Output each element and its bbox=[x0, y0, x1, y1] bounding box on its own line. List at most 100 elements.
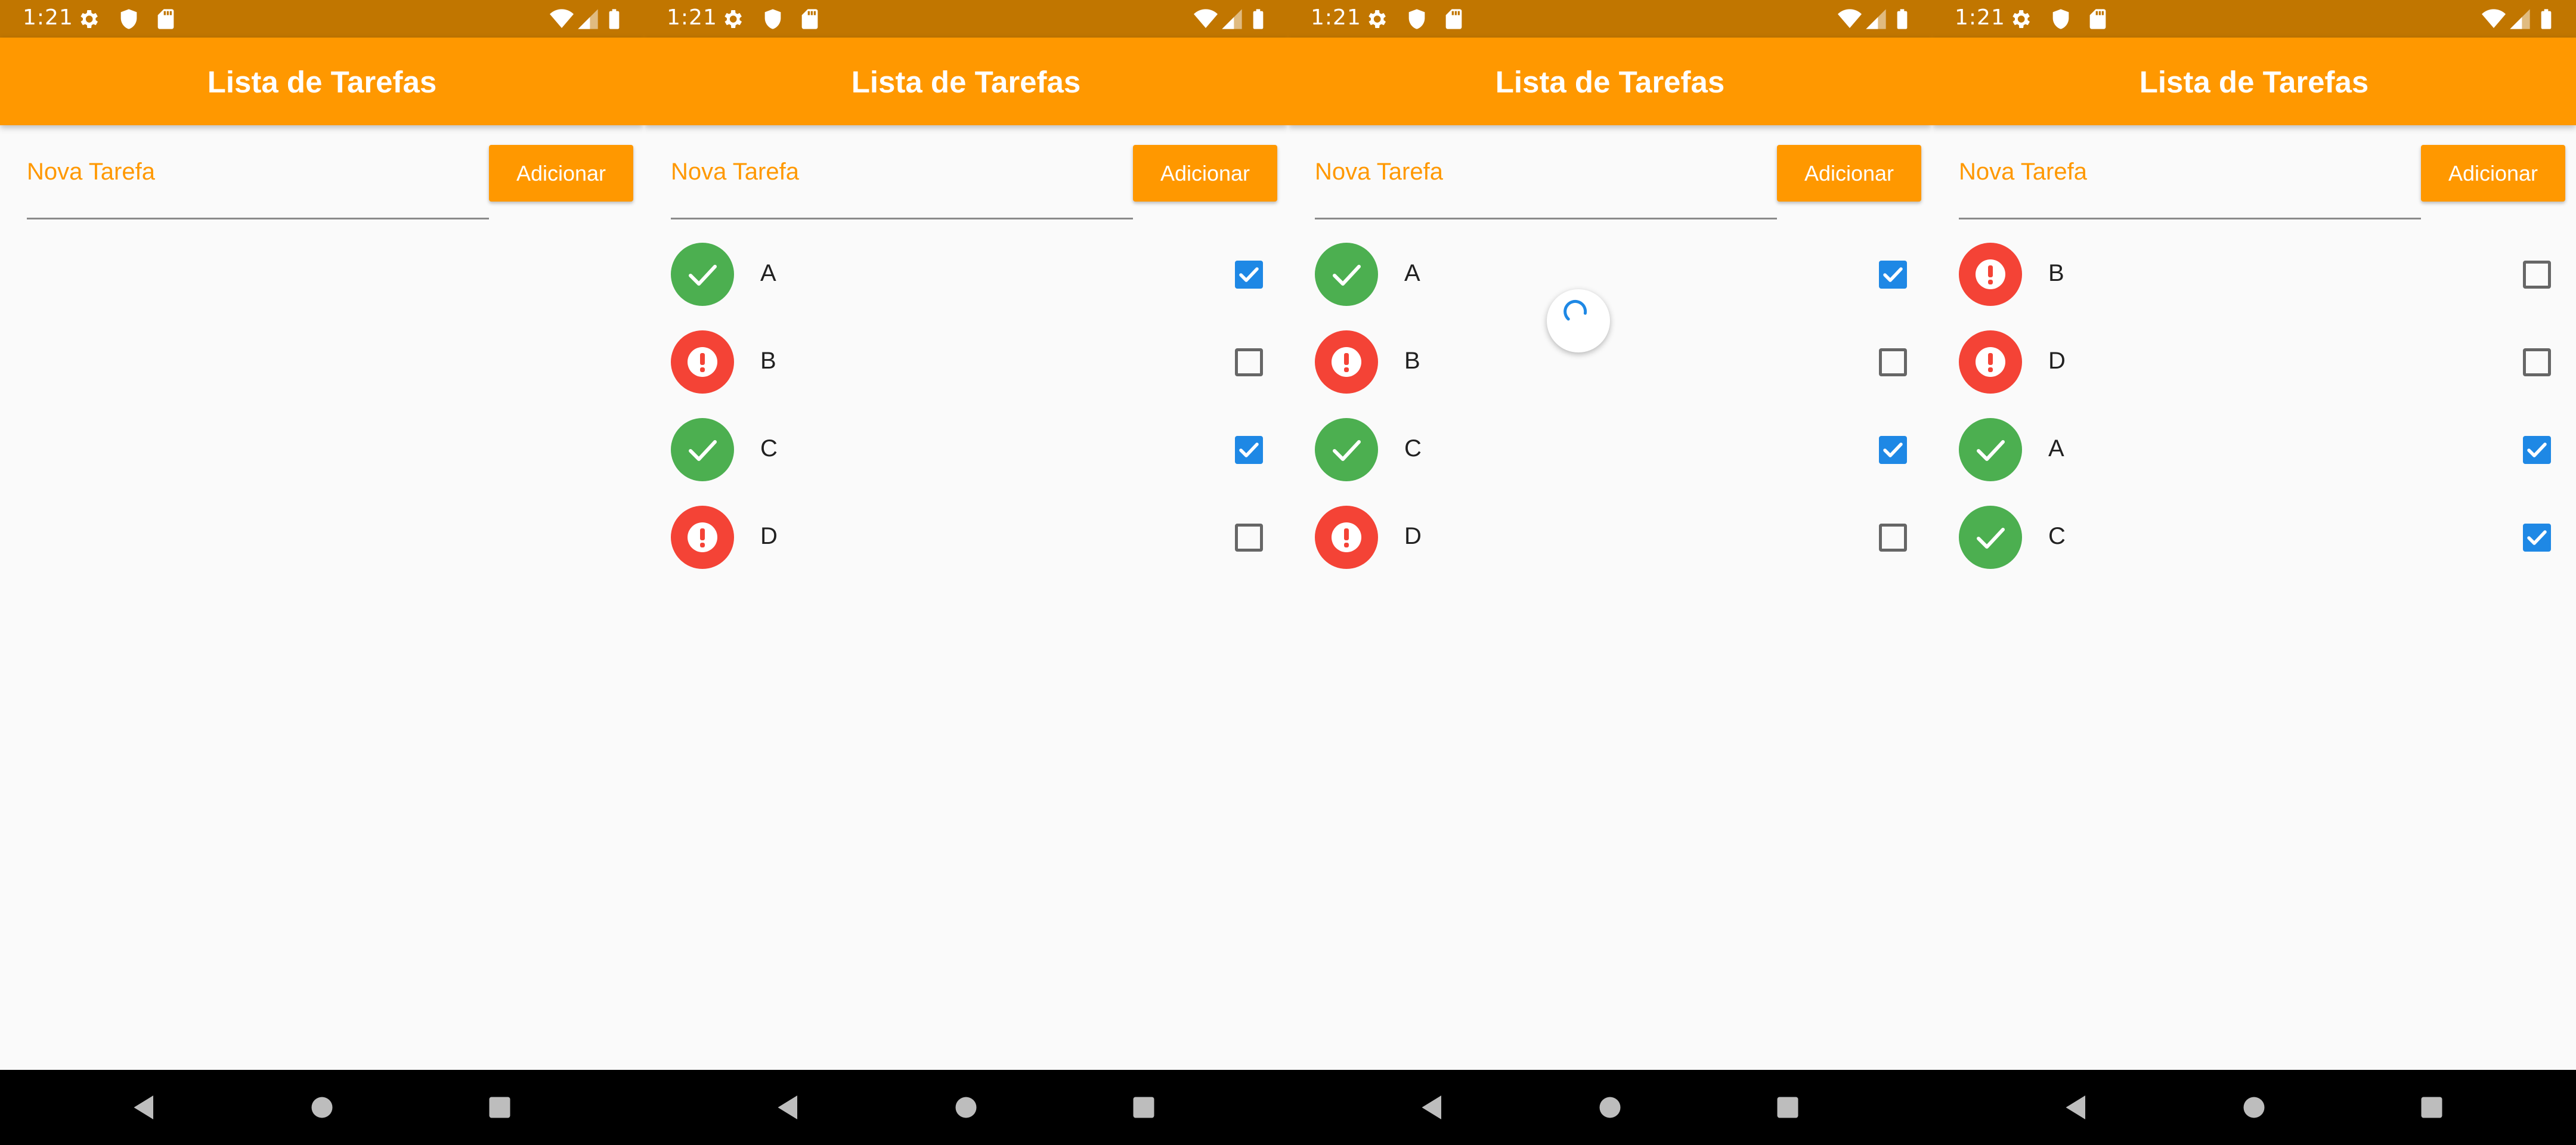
app-bar: Lista de Tarefas bbox=[1288, 38, 1932, 125]
signal-icon bbox=[1220, 7, 1244, 31]
shield-icon bbox=[117, 7, 141, 31]
task-label: B bbox=[2048, 260, 2064, 286]
error-circle-icon bbox=[1315, 506, 1378, 569]
navigation-bar bbox=[0, 1070, 644, 1145]
task-row[interactable]: D bbox=[644, 494, 1288, 581]
app-bar: Lista de Tarefas bbox=[1932, 38, 2576, 125]
status-time: 1:21 bbox=[1311, 5, 1361, 30]
phone-screen: 1:21 Lista de Tarefas Nova Tarefa Adicio… bbox=[1288, 0, 1932, 1145]
task-checkbox-checked[interactable] bbox=[1879, 436, 1907, 464]
task-label: C bbox=[2048, 523, 2066, 549]
task-row[interactable]: A bbox=[1932, 406, 2576, 494]
task-checkbox-unchecked[interactable] bbox=[1235, 348, 1263, 376]
battery-icon bbox=[1246, 7, 1270, 31]
add-button[interactable]: Adicionar bbox=[1777, 145, 1921, 202]
task-row[interactable]: C bbox=[644, 406, 1288, 494]
wifi-icon bbox=[2482, 7, 2506, 31]
add-button[interactable]: Adicionar bbox=[2421, 145, 2565, 202]
signal-icon bbox=[576, 7, 600, 31]
new-task-placeholder: Nova Tarefa bbox=[671, 159, 799, 185]
phone-screen: 1:21 Lista de Tarefas Nova Tarefa Adicio… bbox=[0, 0, 644, 1145]
status-time: 1:21 bbox=[23, 5, 73, 30]
battery-icon bbox=[2534, 7, 2558, 31]
new-task-field[interactable]: Nova Tarefa bbox=[1959, 125, 2421, 219]
task-checkbox-checked[interactable] bbox=[1879, 261, 1907, 289]
add-button[interactable]: Adicionar bbox=[1133, 145, 1277, 202]
task-label: C bbox=[1404, 435, 1422, 462]
task-row[interactable]: C bbox=[1288, 406, 1932, 494]
battery-icon bbox=[602, 7, 626, 31]
status-bar: 1:21 bbox=[1288, 0, 1932, 38]
check-circle-icon bbox=[671, 418, 734, 481]
new-task-field[interactable]: Nova Tarefa bbox=[671, 125, 1133, 219]
task-label: D bbox=[1404, 523, 1422, 549]
task-label: D bbox=[2048, 348, 2066, 374]
add-button[interactable]: Adicionar bbox=[489, 145, 633, 202]
status-time: 1:21 bbox=[667, 5, 717, 30]
task-row[interactable]: A bbox=[1288, 231, 1932, 318]
error-circle-icon bbox=[1959, 330, 2022, 394]
wifi-icon bbox=[1194, 7, 1218, 31]
navigation-bar bbox=[644, 1070, 1288, 1145]
back-icon[interactable] bbox=[1414, 1090, 1450, 1125]
content: Nova Tarefa Adicionar A B C D bbox=[1288, 125, 1932, 1070]
screenshot-strip: 1:21 Lista de Tarefas Nova Tarefa Adicio… bbox=[0, 0, 2576, 1145]
shield-icon bbox=[2049, 7, 2073, 31]
home-icon[interactable] bbox=[948, 1090, 984, 1125]
new-task-placeholder: Nova Tarefa bbox=[1959, 159, 2087, 185]
new-task-field[interactable]: Nova Tarefa bbox=[27, 125, 489, 219]
task-checkbox-unchecked[interactable] bbox=[1879, 348, 1907, 376]
task-row[interactable]: C bbox=[1932, 494, 2576, 581]
home-icon[interactable] bbox=[2236, 1090, 2272, 1125]
home-icon[interactable] bbox=[1592, 1090, 1628, 1125]
signal-icon bbox=[2508, 7, 2532, 31]
error-circle-icon bbox=[671, 330, 734, 394]
task-label: A bbox=[1404, 260, 1420, 286]
sd-card-icon bbox=[2086, 7, 2110, 31]
sd-card-icon bbox=[798, 7, 822, 31]
task-checkbox-checked[interactable] bbox=[1235, 261, 1263, 289]
task-checkbox-unchecked[interactable] bbox=[1235, 524, 1263, 552]
task-row[interactable]: D bbox=[1288, 494, 1932, 581]
task-checkbox-checked[interactable] bbox=[2523, 524, 2551, 552]
home-icon[interactable] bbox=[304, 1090, 340, 1125]
task-checkbox-unchecked[interactable] bbox=[2523, 348, 2551, 376]
app-bar: Lista de Tarefas bbox=[644, 38, 1288, 125]
task-label: B bbox=[760, 348, 776, 374]
check-circle-icon bbox=[1959, 418, 2022, 481]
new-task-placeholder: Nova Tarefa bbox=[27, 159, 155, 185]
app-title: Lista de Tarefas bbox=[851, 65, 1081, 99]
task-label: D bbox=[760, 523, 778, 549]
error-circle-icon bbox=[1315, 330, 1378, 394]
task-checkbox-unchecked[interactable] bbox=[1879, 524, 1907, 552]
task-label: A bbox=[2048, 435, 2064, 462]
app-title: Lista de Tarefas bbox=[207, 65, 437, 99]
navigation-bar bbox=[1288, 1070, 1932, 1145]
task-label: B bbox=[1404, 348, 1420, 374]
recents-icon[interactable] bbox=[482, 1090, 518, 1125]
back-icon[interactable] bbox=[126, 1090, 162, 1125]
app-title: Lista de Tarefas bbox=[2139, 65, 2369, 99]
loading-spinner bbox=[1547, 289, 1610, 352]
battery-icon bbox=[1890, 7, 1914, 31]
task-checkbox-checked[interactable] bbox=[1235, 436, 1263, 464]
task-row[interactable]: B bbox=[1288, 318, 1932, 406]
wifi-icon bbox=[1838, 7, 1862, 31]
check-circle-icon bbox=[671, 243, 734, 306]
task-row[interactable]: A bbox=[644, 231, 1288, 318]
back-icon[interactable] bbox=[770, 1090, 806, 1125]
settings-icon bbox=[76, 7, 100, 31]
task-checkbox-checked[interactable] bbox=[2523, 436, 2551, 464]
recents-icon[interactable] bbox=[2414, 1090, 2450, 1125]
check-circle-icon bbox=[1315, 243, 1378, 306]
check-circle-icon bbox=[1959, 506, 2022, 569]
recents-icon[interactable] bbox=[1770, 1090, 1806, 1125]
new-task-field[interactable]: Nova Tarefa bbox=[1315, 125, 1777, 219]
task-checkbox-unchecked[interactable] bbox=[2523, 261, 2551, 289]
shield-icon bbox=[761, 7, 785, 31]
task-row[interactable]: D bbox=[1932, 318, 2576, 406]
recents-icon[interactable] bbox=[1126, 1090, 1162, 1125]
task-row[interactable]: B bbox=[644, 318, 1288, 406]
task-row[interactable]: B bbox=[1932, 231, 2576, 318]
back-icon[interactable] bbox=[2058, 1090, 2094, 1125]
